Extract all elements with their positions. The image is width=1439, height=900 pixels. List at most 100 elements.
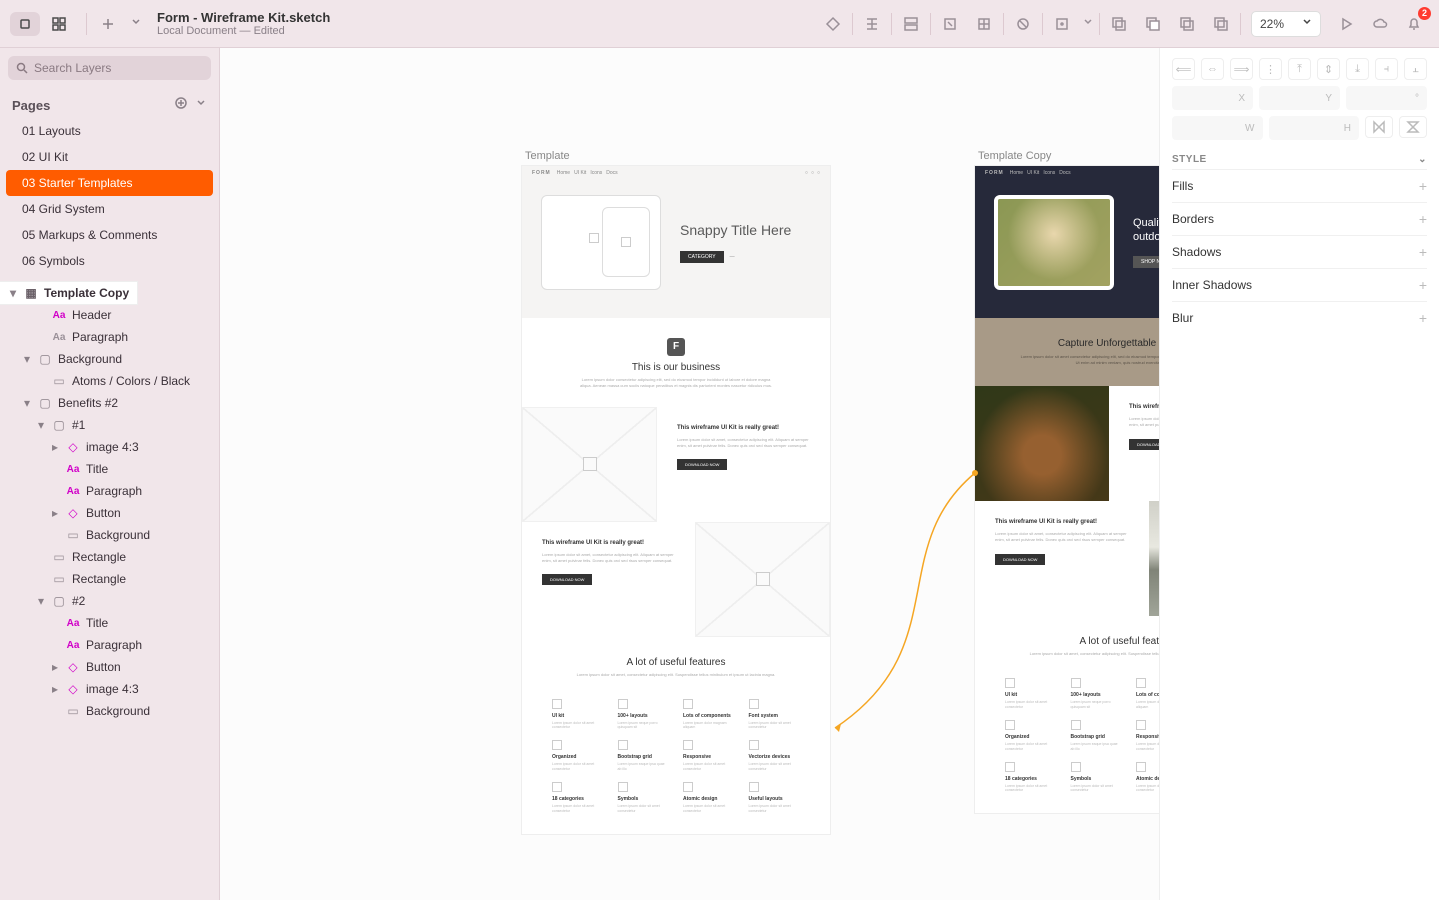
edit-dropdown[interactable] <box>1081 9 1095 39</box>
add-shadows-button[interactable]: + <box>1419 244 1427 260</box>
layer-row[interactable]: ▸◇image 4:3 <box>0 436 219 458</box>
canvas-view-button[interactable] <box>10 12 40 36</box>
x-field[interactable]: X <box>1172 86 1253 110</box>
layer-row[interactable]: ▭Rectangle <box>0 568 219 590</box>
layer-row[interactable]: ▭Atoms / Colors / Black <box>0 370 219 392</box>
layer-row[interactable]: AaParagraph <box>0 480 219 502</box>
style-expand-icon[interactable]: ⌄ <box>1418 154 1427 165</box>
notifications-button[interactable]: 2 <box>1399 9 1429 39</box>
inspector-section-inner-shadows[interactable]: Inner Shadows+ <box>1172 268 1427 301</box>
components-view-button[interactable] <box>44 12 74 36</box>
scale-icon <box>942 16 958 32</box>
y-field[interactable]: Y <box>1259 86 1340 110</box>
flip-v-icon <box>1405 119 1421 135</box>
cloud-button[interactable] <box>1365 9 1395 39</box>
rect-icon: ▭ <box>52 550 66 564</box>
add-fills-button[interactable]: + <box>1419 178 1427 194</box>
subtract-button[interactable] <box>1138 9 1168 39</box>
difference-button[interactable] <box>1206 9 1236 39</box>
distribute-v-button[interactable]: ⫠ <box>1404 58 1427 80</box>
union-button[interactable] <box>1104 9 1134 39</box>
artboard-template[interactable]: FORMHomeUI KitIconsDocs○○○ Snappy Title … <box>522 166 830 834</box>
distribute-button[interactable] <box>857 9 887 39</box>
preview-button[interactable] <box>1331 9 1361 39</box>
add-page-button[interactable] <box>175 96 187 114</box>
create-symbol-button[interactable] <box>818 9 848 39</box>
search-input[interactable]: Search Layers <box>8 56 211 80</box>
scale-button[interactable] <box>935 9 965 39</box>
page-item-03-starter-templates[interactable]: 03 Starter Templates <box>6 170 213 196</box>
artboard-label[interactable]: Template <box>525 150 570 162</box>
align-right-button[interactable]: ⟹ <box>1230 58 1253 80</box>
layer-label: Paragraph <box>86 638 142 652</box>
inspector-section-fills[interactable]: Fills+ <box>1172 169 1427 202</box>
rotation-field[interactable]: ° <box>1346 86 1427 110</box>
subtract-icon <box>1145 16 1161 32</box>
section-label: Blur <box>1172 311 1193 325</box>
flip-h-button[interactable] <box>1365 116 1393 138</box>
disclosure-icon[interactable]: ▾ <box>8 286 18 300</box>
page-item-05-markups-comments[interactable]: 05 Markups & Comments <box>0 222 219 248</box>
h-field[interactable]: H <box>1269 116 1360 140</box>
inspector-section-blur[interactable]: Blur + <box>1172 301 1427 334</box>
rotate-button[interactable] <box>1008 9 1038 39</box>
placeholder-icon <box>618 782 628 792</box>
layer-row[interactable]: ▭Rectangle <box>0 546 219 568</box>
disclosure-icon[interactable]: ▸ <box>50 660 60 674</box>
disclosure-icon[interactable]: ▾ <box>22 396 32 410</box>
layer-row[interactable]: ▭Background <box>0 524 219 546</box>
layer-row[interactable]: AaTitle <box>0 458 219 480</box>
transform-button[interactable] <box>969 9 999 39</box>
page-item-04-grid-system[interactable]: 04 Grid System <box>0 196 219 222</box>
insert-button[interactable] <box>93 9 123 39</box>
placeholder-icon <box>1071 678 1081 688</box>
layer-row[interactable]: ▾▦Template Copy <box>0 282 137 304</box>
collapse-pages-button[interactable] <box>195 96 207 114</box>
layer-row[interactable]: ▸◇image 4:3 <box>0 678 219 700</box>
layer-row[interactable]: ▭Background <box>0 700 219 722</box>
disclosure-icon[interactable]: ▾ <box>36 594 46 608</box>
align-center-v-button[interactable]: ⇕ <box>1317 58 1340 80</box>
layer-row[interactable]: AaParagraph <box>0 326 219 348</box>
disclosure-icon[interactable]: ▾ <box>36 418 46 432</box>
align-center-h-button[interactable]: ⇔ <box>1201 58 1224 80</box>
disclosure-icon[interactable]: ▾ <box>22 352 32 366</box>
add-inner-shadows-button[interactable]: + <box>1419 277 1427 293</box>
canvas[interactable]: Template FORMHomeUI KitIconsDocs○○○ Snap… <box>220 48 1159 900</box>
disclosure-icon[interactable]: ▸ <box>50 440 60 454</box>
placeholder-icon <box>618 699 628 709</box>
zoom-select[interactable]: 22% <box>1251 11 1321 37</box>
page-item-02-ui-kit[interactable]: 02 UI Kit <box>0 144 219 170</box>
layer-row[interactable]: AaParagraph <box>0 634 219 656</box>
inspector-section-shadows[interactable]: Shadows+ <box>1172 235 1427 268</box>
layer-row[interactable]: ▾▢Benefits #2 <box>0 392 219 414</box>
align-more-button[interactable]: ⋮ <box>1259 58 1282 80</box>
artboard-label[interactable]: Template Copy <box>978 150 1051 162</box>
layer-row[interactable]: ▸◇Button <box>0 502 219 524</box>
add-borders-button[interactable]: + <box>1419 211 1427 227</box>
intersect-button[interactable] <box>1172 9 1202 39</box>
align-bottom-button[interactable]: ⤓ <box>1346 58 1369 80</box>
distribute-h-button[interactable]: ⫞ <box>1375 58 1398 80</box>
insert-dropdown[interactable] <box>129 9 143 39</box>
tidy-button[interactable] <box>896 9 926 39</box>
inspector-section-borders[interactable]: Borders+ <box>1172 202 1427 235</box>
flip-v-button[interactable] <box>1399 116 1427 138</box>
layer-row[interactable]: ▾▢Background <box>0 348 219 370</box>
page-item-01-layouts[interactable]: 01 Layouts <box>0 118 219 144</box>
align-left-button[interactable]: ⟸ <box>1172 58 1195 80</box>
disclosure-icon[interactable]: ▸ <box>50 506 60 520</box>
edit-button[interactable] <box>1047 9 1077 39</box>
layer-row[interactable]: AaTitle <box>0 612 219 634</box>
disclosure-icon[interactable]: ▸ <box>50 682 60 696</box>
layer-row[interactable]: ▾▢#1 <box>0 414 219 436</box>
layer-row[interactable]: AaHeader <box>0 304 219 326</box>
artboard-template-copy[interactable]: FORMHomeUI KitIconsDocs○○○ Quality video… <box>975 166 1159 813</box>
layer-row[interactable]: ▸◇Button <box>0 656 219 678</box>
w-field[interactable]: W <box>1172 116 1263 140</box>
add-blur-button[interactable]: + <box>1419 310 1427 326</box>
align-top-button[interactable]: ⤒ <box>1288 58 1311 80</box>
page-item-06-symbols[interactable]: 06 Symbols <box>0 248 219 274</box>
layer-row[interactable]: ▾▢#2 <box>0 590 219 612</box>
shape-icon: ◇ <box>66 660 80 674</box>
